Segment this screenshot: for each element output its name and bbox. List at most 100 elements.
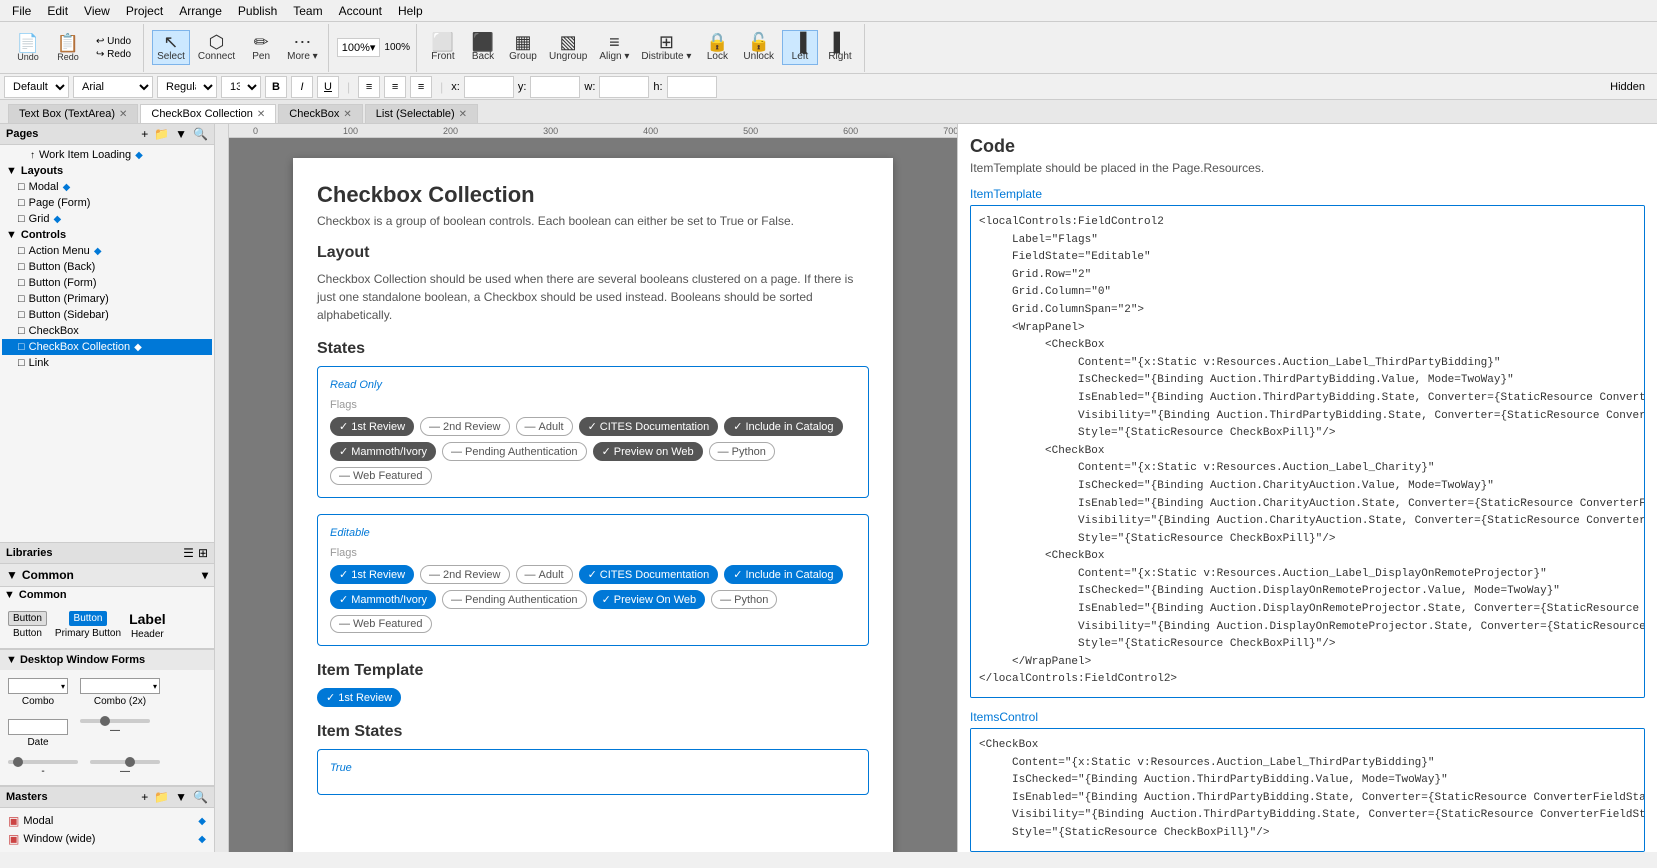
page-item-work-item[interactable]: ↑ Work Item Loading ◆ <box>2 147 212 163</box>
menu-arrange[interactable]: Arrange <box>171 2 230 20</box>
pill-mammoth-ed[interactable]: ✓ Mammoth/Ivory <box>330 590 436 609</box>
tab-checkbox-collection-close[interactable]: ✕ <box>257 109 265 120</box>
items-control-link[interactable]: ItemsControl <box>970 710 1645 724</box>
item-template-link[interactable]: ItemTemplate <box>970 187 1645 201</box>
button-preview[interactable]: Button <box>8 611 47 626</box>
page-item-btn-sidebar[interactable]: □ Button (Sidebar) <box>2 307 212 323</box>
pages-folder-icon[interactable]: 📁 <box>154 127 169 141</box>
primary-button-preview[interactable]: Button <box>69 611 108 626</box>
pill-python-ro[interactable]: — Python <box>709 442 775 461</box>
distribute-button[interactable]: ⊞ Distribute ▾ <box>637 31 695 64</box>
pill-cites-ed[interactable]: ✓ CITES Documentation <box>579 565 719 584</box>
page-item-grid[interactable]: □ Grid ◆ <box>2 211 212 227</box>
weight-select[interactable]: Regular <box>157 76 217 98</box>
tab-checkbox-collection[interactable]: CheckBox Collection ✕ <box>140 104 276 123</box>
tab-textarea[interactable]: Text Box (TextArea) ✕ <box>8 104 138 123</box>
pen-button[interactable]: ✏ Pen <box>243 31 279 64</box>
bold-button[interactable]: B <box>265 76 287 98</box>
align-left-button[interactable]: ≡ <box>358 76 380 98</box>
desktop-forms-header[interactable]: ▼ Desktop Window Forms <box>0 649 214 670</box>
tab-checkbox-close[interactable]: ✕ <box>343 109 351 120</box>
pages-search-icon[interactable]: 🔍 <box>193 127 208 141</box>
pill-include-ro[interactable]: ✓ Include in Catalog <box>724 417 842 436</box>
common-expand-icon[interactable]: ▾ <box>202 568 208 582</box>
menu-publish[interactable]: Publish <box>230 2 285 20</box>
front-button[interactable]: ⬜ Front <box>425 31 461 64</box>
h-input[interactable] <box>667 76 717 98</box>
section-layouts[interactable]: ▼ Layouts <box>2 163 212 179</box>
pill-include-ed[interactable]: ✓ Include in Catalog <box>724 565 842 584</box>
x-input[interactable] <box>464 76 514 98</box>
section-controls[interactable]: ▼ Controls <box>2 227 212 243</box>
left-button[interactable]: ▐ Left <box>782 30 818 65</box>
pill-pending-ro[interactable]: — Pending Authentication <box>442 442 587 461</box>
desktop-slider2[interactable]: - <box>8 760 78 777</box>
lock-button[interactable]: 🔒 Lock <box>699 31 735 64</box>
menu-view[interactable]: View <box>76 2 118 20</box>
menu-project[interactable]: Project <box>118 2 171 20</box>
pill-cites-ro[interactable]: ✓ CITES Documentation <box>579 417 719 436</box>
align-button[interactable]: ≡ Align ▾ <box>595 31 633 64</box>
clipboard-button[interactable]: 📋 Redo <box>50 32 86 64</box>
align-center-button[interactable]: ≡ <box>384 76 406 98</box>
underline-button[interactable]: U <box>317 76 339 98</box>
desktop-combo2x[interactable]: ▾ Combo (2x) <box>80 678 160 707</box>
ungroup-button[interactable]: ▧ Ungroup <box>545 31 591 64</box>
size-select[interactable]: 13 <box>221 76 261 98</box>
common-subsection[interactable]: ▼ Common <box>0 587 214 603</box>
unlock-button[interactable]: 🔓 Unlock <box>739 31 778 64</box>
connect-button[interactable]: ⬡ Connect <box>194 31 239 64</box>
page-item-link[interactable]: □ Link <box>2 355 212 371</box>
pages-add-icon[interactable]: + <box>141 127 148 141</box>
redo-btn[interactable]: ↪ Redo <box>92 48 135 61</box>
common-header[interactable]: ▼ Common ▾ <box>0 564 214 587</box>
masters-search-icon[interactable]: 🔍 <box>193 790 208 804</box>
pill-pending-ed[interactable]: — Pending Authentication <box>442 590 587 609</box>
libraries-expand-icon[interactable]: ⊞ <box>198 546 208 560</box>
tab-list-close[interactable]: ✕ <box>459 109 467 120</box>
libraries-menu-icon[interactable]: ☰ <box>183 546 194 560</box>
pill-python-ed[interactable]: — Python <box>711 590 777 609</box>
page-item-checkbox[interactable]: □ CheckBox <box>2 323 212 339</box>
page-item-action-menu[interactable]: □ Action Menu ◆ <box>2 243 212 259</box>
select-button[interactable]: ↖ Select <box>152 30 190 65</box>
back-button[interactable]: ⬛ Back <box>465 31 501 64</box>
master-modal[interactable]: ▣ Modal ◆ <box>6 812 208 830</box>
page-item-btn-form[interactable]: □ Button (Form) <box>2 275 212 291</box>
pill-mammoth-ro[interactable]: ✓ Mammoth/Ivory <box>330 442 436 461</box>
menu-help[interactable]: Help <box>390 2 431 20</box>
master-window-wide[interactable]: ▣ Window (wide) ◆ <box>6 830 208 848</box>
pill-adult-ed[interactable]: — Adult <box>516 565 573 584</box>
item-template-pill[interactable]: ✓ 1st Review <box>317 688 401 707</box>
pill-1st-review-ed[interactable]: ✓ 1st Review <box>330 565 414 584</box>
page-item-modal[interactable]: □ Modal ◆ <box>2 179 212 195</box>
menu-team[interactable]: Team <box>285 2 330 20</box>
page-item-page-form[interactable]: □ Page (Form) <box>2 195 212 211</box>
page-item-checkbox-collection[interactable]: □ CheckBox Collection ◆ <box>2 339 212 355</box>
pages-filter-icon[interactable]: ▼ <box>175 127 187 141</box>
pill-preview-ed[interactable]: ✓ Preview On Web <box>593 590 706 609</box>
align-right-button[interactable]: ≡ <box>410 76 432 98</box>
masters-add-icon[interactable]: + <box>141 790 148 804</box>
desktop-combo[interactable]: ▾ Combo <box>8 678 68 707</box>
new-button[interactable]: 📄 Undo <box>10 32 46 64</box>
masters-folder-icon[interactable]: 📁 <box>154 790 169 804</box>
pill-web-ed[interactable]: — Web Featured <box>330 615 432 633</box>
undo-btn[interactable]: ↩ Undo <box>92 35 135 48</box>
zoom-dropdown[interactable]: 100% ▾ <box>337 38 381 57</box>
menu-file[interactable]: File <box>4 2 39 20</box>
page-item-btn-primary[interactable]: □ Button (Primary) <box>2 291 212 307</box>
right-button[interactable]: ▌ Right <box>822 31 858 64</box>
pill-2nd-review-ed[interactable]: — 2nd Review <box>420 565 509 584</box>
pill-preview-ro[interactable]: ✓ Preview on Web <box>593 442 703 461</box>
italic-button[interactable]: I <box>291 76 313 98</box>
desktop-date[interactable]: Date <box>8 719 68 748</box>
font-select[interactable]: Arial <box>73 76 153 98</box>
masters-filter-icon[interactable]: ▼ <box>175 790 187 804</box>
menu-edit[interactable]: Edit <box>39 2 76 20</box>
common-item-primary[interactable]: Button Primary Button <box>55 611 121 639</box>
page-item-btn-back[interactable]: □ Button (Back) <box>2 259 212 275</box>
common-item-button[interactable]: Button Button <box>8 611 47 639</box>
more-button[interactable]: ⋯ More ▾ <box>283 31 322 64</box>
menu-account[interactable]: Account <box>331 2 390 20</box>
